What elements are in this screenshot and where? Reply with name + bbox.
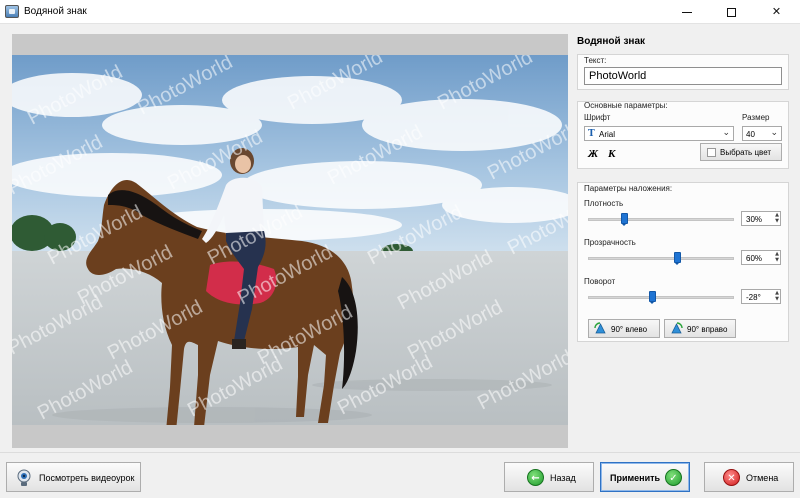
size-label: Размер — [742, 113, 770, 122]
size-select[interactable]: 40 ⌄ — [742, 126, 782, 141]
basic-params-label: Основные параметры: — [584, 101, 668, 110]
video-tutorial-label: Посмотреть видеоурок — [39, 473, 135, 483]
footer-bar: Посмотреть видеоурок ← Назад Применить ✓… — [0, 452, 800, 498]
watermark-text-input[interactable] — [584, 67, 782, 85]
density-slider[interactable] — [588, 213, 734, 226]
transparency-slider[interactable] — [588, 252, 734, 265]
close-button[interactable]: ✕ — [754, 0, 799, 24]
font-select[interactable]: T Arial ⌄ — [584, 126, 734, 141]
video-tutorial-button[interactable]: Посмотреть видеоурок — [6, 462, 141, 492]
photo-canvas: PhotoWorld PhotoWorld PhotoWorld PhotoWo… — [12, 55, 568, 425]
overlay-params-group: Параметры наложения: Плотность 30% ▲ ▼ Пр… — [577, 182, 789, 342]
font-label: Шрифт — [584, 113, 611, 122]
back-label: Назад — [550, 473, 576, 483]
bold-button[interactable]: Ж — [588, 148, 598, 160]
rotation-label: Поворот — [584, 277, 616, 286]
choose-color-button[interactable]: Выбрать цвет — [700, 143, 782, 161]
app-photo-icon — [5, 5, 19, 18]
minimize-icon — [681, 11, 692, 13]
rotate-left-button[interactable]: 90° влево — [588, 319, 660, 338]
minimize-button[interactable] — [664, 0, 709, 24]
transparency-label: Прозрачность — [584, 238, 636, 247]
arrow-left-icon: ← — [527, 469, 544, 486]
cross-icon: ✕ — [723, 469, 740, 486]
font-type-icon: T — [588, 129, 595, 139]
rotation-slider[interactable] — [588, 291, 734, 304]
italic-button[interactable]: К — [608, 148, 615, 160]
density-label: Плотность — [584, 199, 624, 208]
cancel-button[interactable]: ✕ Отмена — [704, 462, 794, 492]
cancel-label: Отмена — [746, 473, 779, 483]
rotate-right-label: 90° вправо — [687, 325, 728, 334]
spinner-icon: ▲ ▼ — [775, 251, 779, 263]
rotation-slider-thumb[interactable] — [649, 291, 656, 304]
rotate-right-icon — [671, 322, 683, 334]
text-label: Текст: — [584, 56, 607, 65]
color-swatch — [707, 148, 716, 157]
window-title: Водяной знак — [24, 6, 87, 17]
transparency-value: 60% — [746, 254, 763, 263]
maximize-button[interactable] — [709, 0, 754, 24]
transparency-slider-track — [588, 257, 734, 260]
apply-button[interactable]: Применить ✓ — [600, 462, 690, 492]
webcam-icon — [17, 469, 31, 486]
chevron-down-icon: ⌄ — [722, 128, 730, 138]
transparency-value-input[interactable]: 60% ▲ ▼ — [741, 250, 781, 265]
title-bar: Водяной знак ✕ — [0, 0, 800, 24]
text-group: Текст: — [577, 54, 789, 90]
preview-frame: PhotoWorld PhotoWorld PhotoWorld PhotoWo… — [12, 34, 568, 448]
preview-photo: PhotoWorld PhotoWorld PhotoWorld PhotoWo… — [12, 55, 568, 425]
panel-title: Водяной знак — [577, 36, 646, 47]
overlay-params-label: Параметры наложения: — [584, 184, 673, 193]
close-icon: ✕ — [771, 5, 782, 18]
density-slider-track — [588, 218, 734, 221]
size-select-value: 40 — [746, 130, 755, 139]
rotate-right-button[interactable]: 90° вправо — [664, 319, 736, 338]
font-select-value: Arial — [599, 130, 616, 139]
back-button[interactable]: ← Назад — [504, 462, 594, 492]
rotation-slider-track — [588, 296, 734, 299]
maximize-icon — [727, 7, 736, 17]
transparency-slider-thumb[interactable] — [674, 252, 681, 265]
rotate-left-icon — [594, 322, 606, 334]
choose-color-label: Выбрать цвет — [720, 148, 772, 157]
density-value-input[interactable]: 30% ▲ ▼ — [741, 211, 781, 226]
spinner-icon: ▲ ▼ — [775, 290, 779, 302]
density-slider-thumb[interactable] — [621, 213, 628, 226]
spinner-icon: ▲ ▼ — [775, 212, 779, 224]
rotate-left-label: 90° влево — [611, 325, 648, 334]
chevron-down-icon: ⌄ — [770, 128, 778, 138]
apply-label: Применить — [610, 473, 661, 483]
density-value: 30% — [746, 215, 763, 224]
main-area: PhotoWorld PhotoWorld PhotoWorld PhotoWo… — [0, 24, 800, 452]
settings-panel: Водяной знак Текст: Основные параметры: … — [576, 24, 790, 452]
rotation-value: -28° — [746, 293, 761, 302]
basic-params-group: Основные параметры: Шрифт Размер T Arial… — [577, 101, 789, 169]
checkmark-icon: ✓ — [665, 469, 682, 486]
rotation-value-input[interactable]: -28° ▲ ▼ — [741, 289, 781, 304]
